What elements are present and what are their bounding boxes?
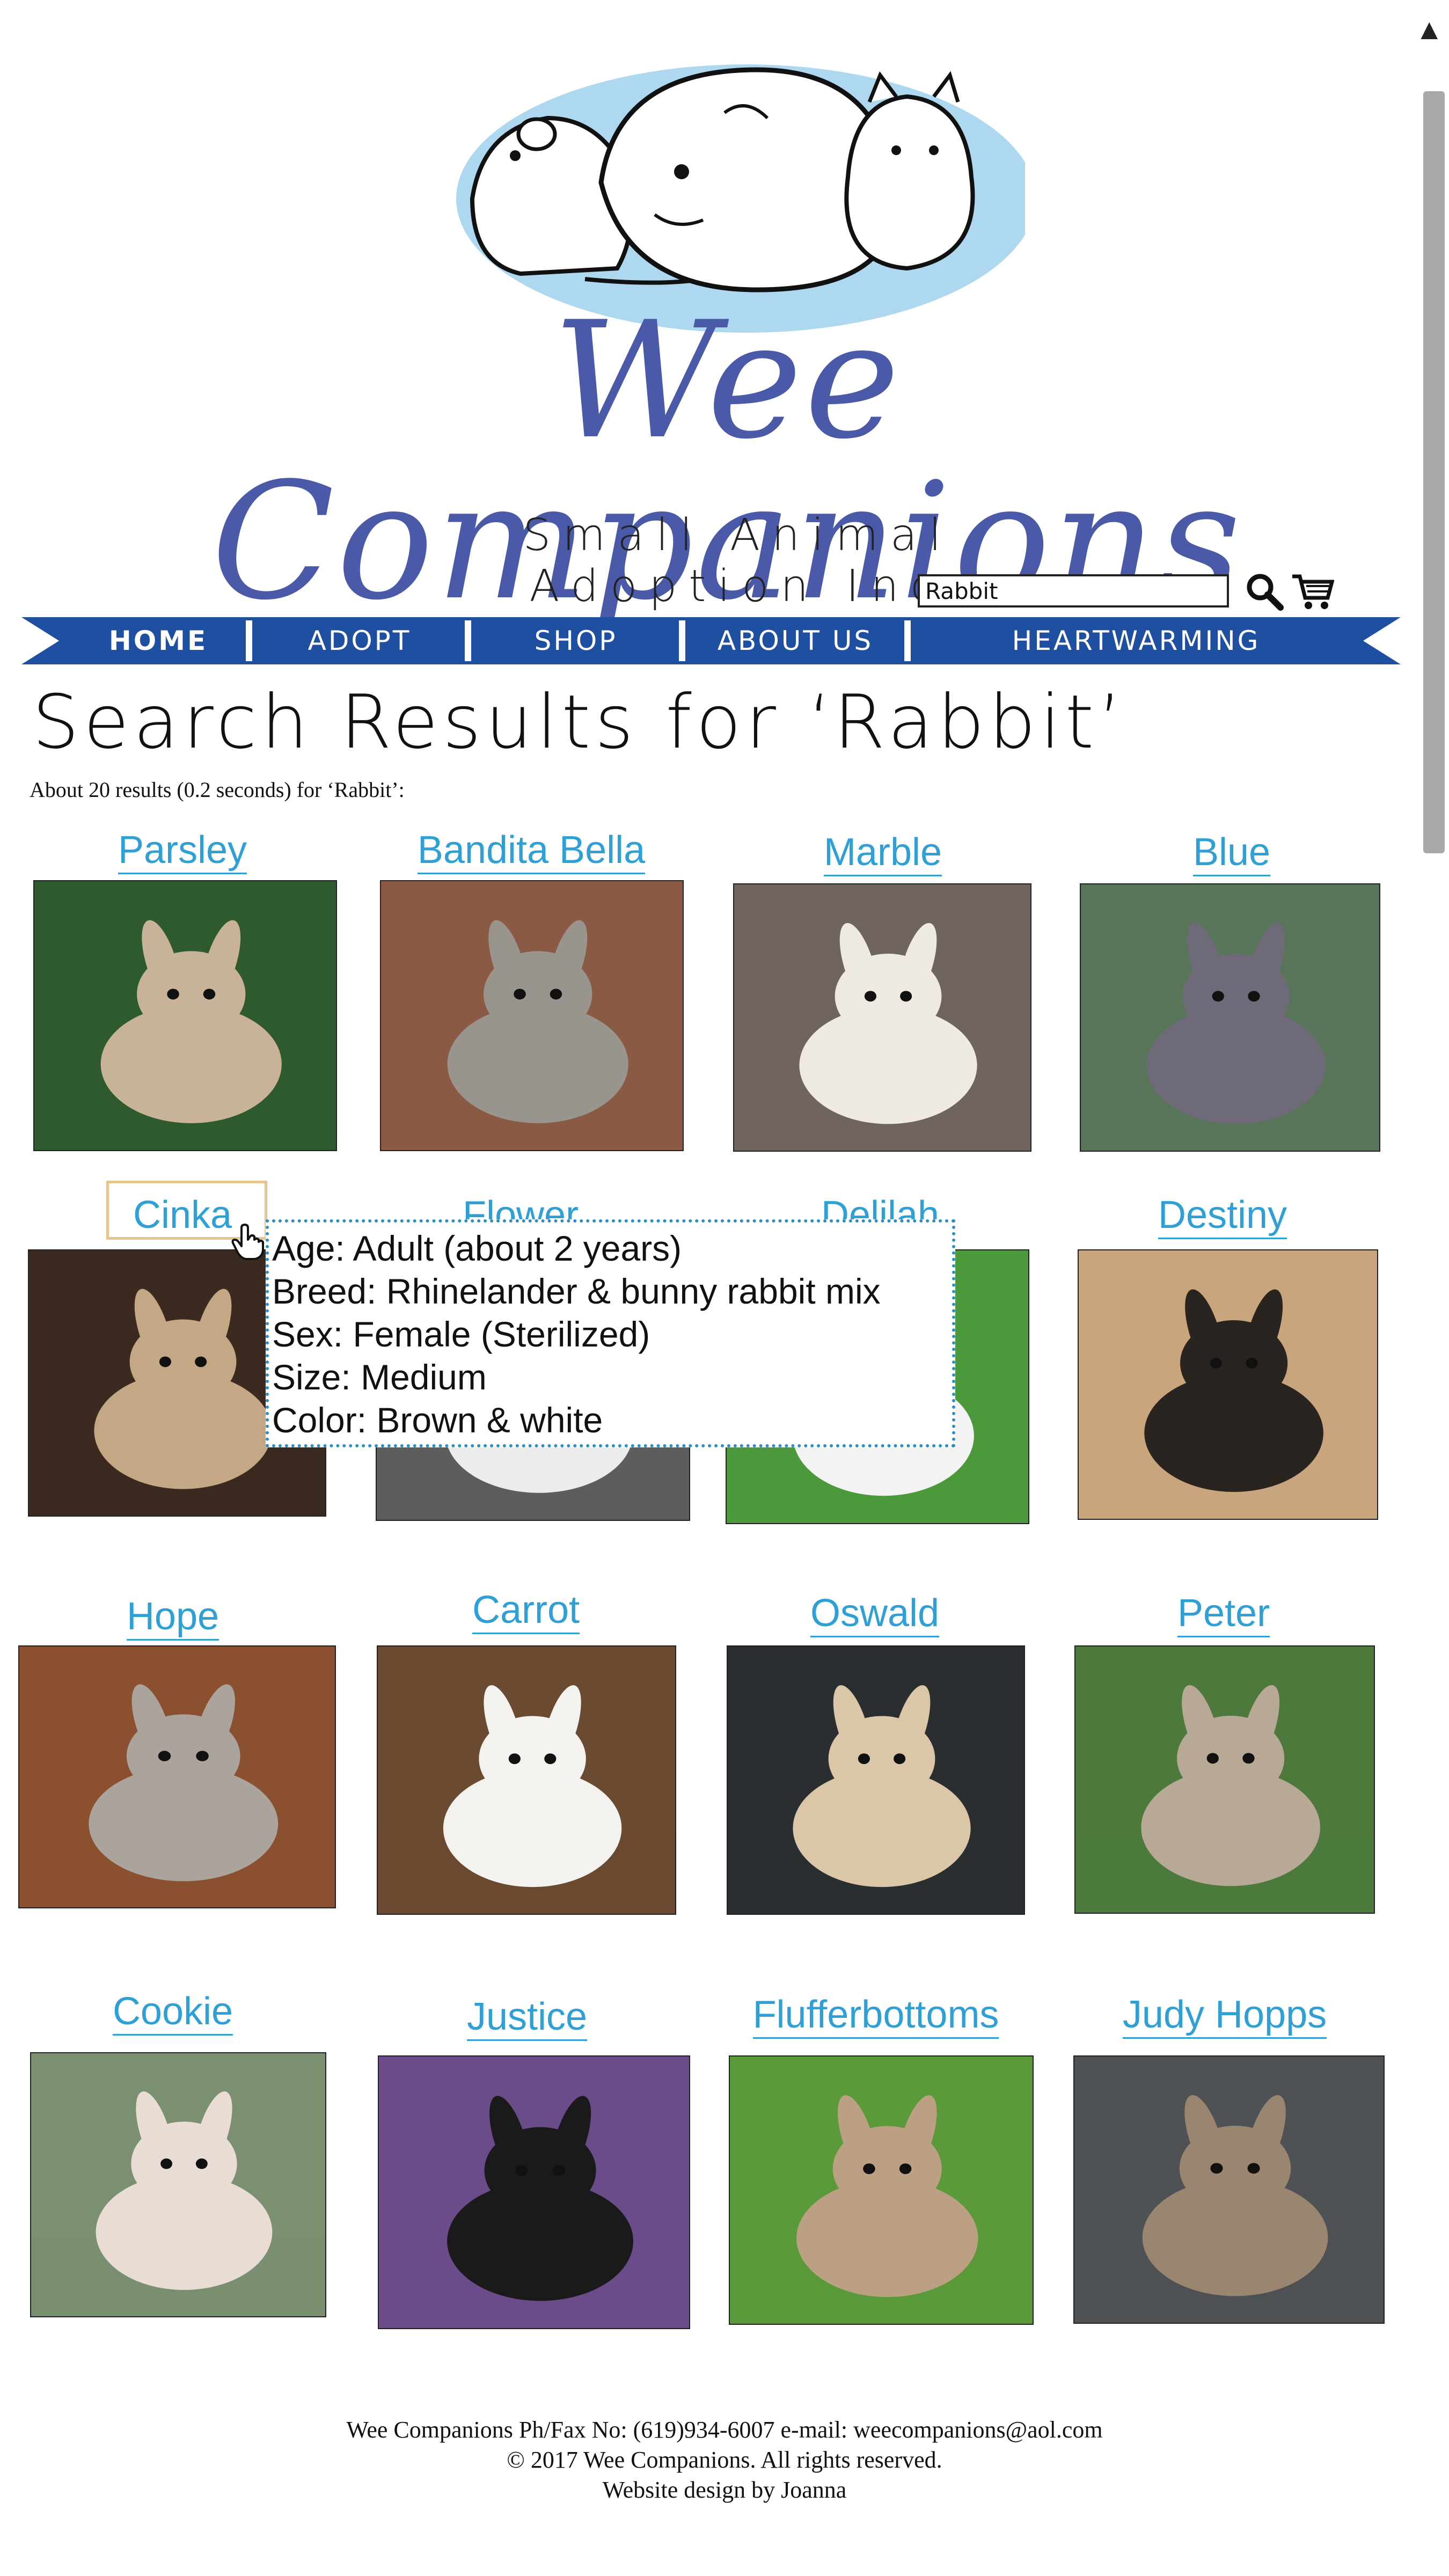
pet-info-tooltip: Age: Adult (about 2 years) Breed: Rhinel… <box>266 1219 955 1447</box>
rabbit-photo-image <box>1081 884 1379 1151</box>
results-title: Search Results for ‘Rabbit’ <box>32 679 1126 765</box>
scrollbar[interactable]: ▲ <box>1415 0 1449 2576</box>
pet-photo[interactable] <box>727 1645 1025 1915</box>
rabbit-photo-image <box>381 881 683 1150</box>
nav-about-us[interactable]: ABOUT US <box>685 617 905 664</box>
pet-photo[interactable] <box>380 880 684 1151</box>
pet-photo[interactable] <box>1074 1645 1375 1914</box>
search-icon[interactable] <box>1244 571 1285 612</box>
footer-contact: Wee Companions Ph/Fax No: (619)934-6007 … <box>346 2417 1103 2443</box>
nav-adopt[interactable]: ADOPT <box>252 617 467 664</box>
results-count: About 20 results (0.2 seconds) for ‘Rabb… <box>30 778 405 802</box>
nav-divider <box>904 620 911 661</box>
rabbit-photo-image <box>1079 1250 1377 1519</box>
footer-credit: Website design by Joanna <box>602 2477 847 2503</box>
pet-photo[interactable] <box>30 2052 326 2317</box>
nav-divider <box>465 620 471 661</box>
pet-name-link[interactable]: Carrot <box>392 1589 660 1634</box>
main-nav: HOME ADOPT SHOP ABOUT US HEARTWARMING HA… <box>21 617 1401 704</box>
nav-home[interactable]: HOME <box>70 617 247 664</box>
rabbit-photo-image <box>1074 2057 1384 2323</box>
nav-divider <box>679 620 685 661</box>
rabbit-photo-image <box>379 2057 689 2328</box>
rabbit-photo-image <box>1075 1646 1374 1913</box>
tooltip-sex: Sex: Female (Sterilized) <box>272 1314 650 1354</box>
pet-name-link[interactable]: Flufferbottoms <box>742 1993 1010 2039</box>
pet-name-link[interactable]: Blue <box>1097 831 1366 876</box>
pet-photo[interactable] <box>729 2055 1034 2325</box>
footer-copyright: © 2017 Wee Companions. All rights reserv… <box>507 2447 942 2473</box>
pet-name-link[interactable]: Destiny <box>1088 1194 1357 1239</box>
rabbit-photo-image <box>31 2053 325 2316</box>
pet-name-link[interactable]: Judy Hopps <box>1091 1993 1359 2039</box>
pet-name-link[interactable]: Bandita Bella <box>397 829 665 874</box>
footer: Wee Companions Ph/Fax No: (619)934-6007 … <box>0 2415 1449 2505</box>
nav-heartwarming-happenings[interactable]: HEARTWARMING HAPPENINGS <box>911 617 1362 704</box>
page: ▲ Wee Companions Small Animal Adoption I… <box>0 0 1449 2576</box>
nav-divider <box>246 620 252 661</box>
hand-cursor-icon <box>231 1224 264 1260</box>
pet-name-link[interactable]: Oswald <box>741 1592 1009 1637</box>
rabbit-photo-image <box>378 1646 675 1914</box>
pet-name-link[interactable]: Marble <box>749 831 1017 876</box>
pet-name-link[interactable]: Cookie <box>39 1990 307 2036</box>
nav-shop[interactable]: SHOP <box>471 617 680 664</box>
tooltip-size: Size: Medium <box>272 1357 487 1397</box>
rabbit-photo-image <box>734 884 1030 1151</box>
pet-photo[interactable] <box>378 2055 690 2329</box>
pet-name-link[interactable]: Justice <box>393 1995 661 2041</box>
pet-photo[interactable] <box>33 880 337 1151</box>
pet-photo[interactable] <box>377 1645 676 1915</box>
scroll-up-arrow-icon[interactable]: ▲ <box>1415 15 1444 44</box>
rabbit-photo-image <box>34 881 336 1150</box>
rabbit-photo-image <box>730 2057 1033 2324</box>
search-input[interactable] <box>918 574 1229 608</box>
pet-name-link[interactable]: Hope <box>39 1595 307 1641</box>
scroll-thumb[interactable] <box>1423 91 1445 853</box>
cart-icon[interactable] <box>1290 571 1334 612</box>
pet-photo[interactable] <box>1080 883 1380 1152</box>
pet-photo[interactable] <box>18 1645 336 1908</box>
rabbit-photo-image <box>19 1646 335 1907</box>
pet-name-link[interactable]: Peter <box>1089 1592 1358 1637</box>
pet-photo[interactable] <box>1073 2055 1385 2324</box>
pet-name-link[interactable]: Parsley <box>48 829 317 874</box>
rabbit-photo-image <box>728 1646 1024 1914</box>
pet-photo[interactable] <box>1078 1249 1378 1520</box>
tooltip-breed: Breed: Rhinelander & bunny rabbit mix <box>272 1271 881 1311</box>
tooltip-color: Color: Brown & white <box>272 1400 603 1440</box>
tooltip-age: Age: Adult (about 2 years) <box>272 1228 682 1268</box>
pet-photo[interactable] <box>733 883 1031 1152</box>
